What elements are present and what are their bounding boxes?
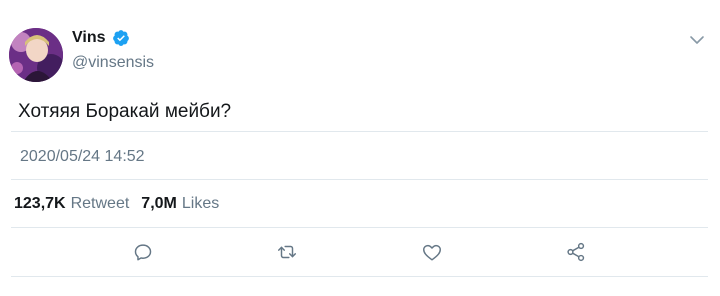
avatar[interactable] [9, 28, 63, 82]
share-icon [567, 242, 585, 262]
likes-label: Likes [181, 195, 220, 212]
reply-button[interactable] [131, 240, 155, 264]
user-handle[interactable]: @vinsensis [72, 54, 154, 72]
tweet-timestamp[interactable]: 2020/05/24 14:52 [20, 148, 145, 166]
reply-icon [134, 244, 152, 261]
heart-icon [423, 244, 441, 261]
retweets-count: 123,7K [14, 195, 66, 212]
avatar-image [9, 28, 63, 82]
retweet-icon [278, 245, 296, 259]
tweet-text: Хотяяя Боракай мейби? [18, 101, 232, 122]
likes-stat[interactable]: 7,0M Likes [141, 195, 219, 213]
divider [11, 131, 708, 132]
chevron-down-icon[interactable] [689, 33, 705, 47]
author-name-row[interactable]: Vins [72, 29, 130, 47]
retweet-button[interactable] [275, 240, 299, 264]
likes-count: 7,0M [141, 195, 177, 212]
verified-badge-icon [112, 29, 130, 47]
tweet-card: Vins @vinsensis Хотяяя Боракай мейби? 20… [0, 0, 720, 296]
engagement-stats: 123,7K Retweet 7,0M Likes [14, 195, 219, 213]
divider [11, 276, 708, 277]
divider [11, 227, 708, 228]
retweets-label: Retweet [70, 195, 130, 212]
retweets-stat[interactable]: 123,7K Retweet [14, 195, 129, 213]
display-name[interactable]: Vins [72, 29, 106, 47]
like-button[interactable] [420, 240, 444, 264]
share-button[interactable] [564, 240, 588, 264]
divider [11, 179, 708, 180]
